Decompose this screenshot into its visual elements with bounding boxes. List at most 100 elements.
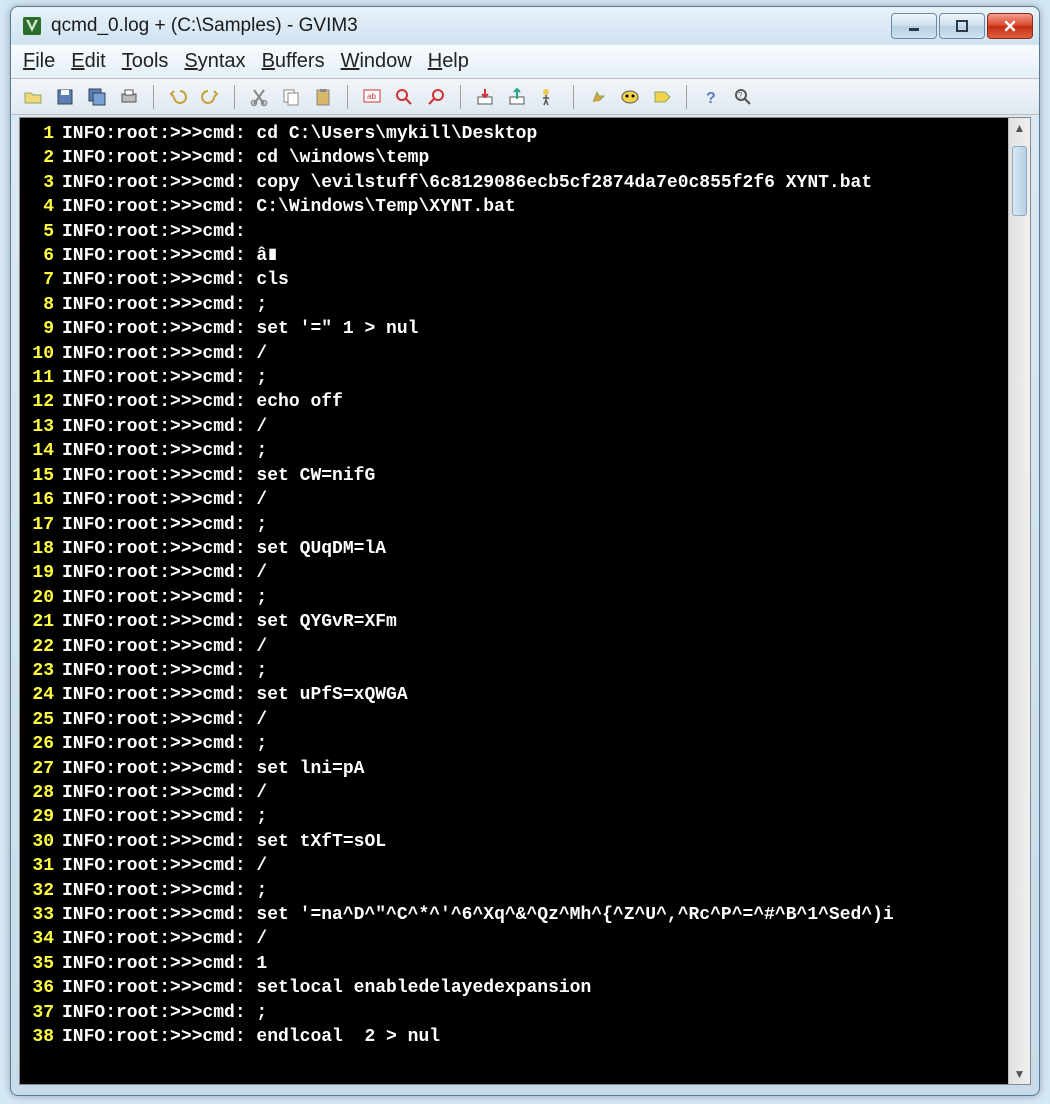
line-content: INFO:root:>>>cmd: /	[62, 854, 267, 878]
line-number: 34	[20, 927, 62, 951]
toolbar-separator	[686, 85, 687, 109]
editor-line: 6INFO:root:>>>cmd: â∎	[20, 244, 1008, 268]
vertical-scrollbar[interactable]: ▲ ▼	[1008, 118, 1030, 1084]
line-number: 10	[20, 342, 62, 366]
maximize-button[interactable]	[939, 13, 985, 39]
paste-icon[interactable]	[311, 85, 335, 109]
editor-line: 10INFO:root:>>>cmd: /	[20, 342, 1008, 366]
line-content: INFO:root:>>>cmd: ;	[62, 879, 267, 903]
menu-tools[interactable]: Tools	[122, 50, 169, 73]
cut-icon[interactable]	[247, 85, 271, 109]
editor-line: 27INFO:root:>>>cmd: set lni=pA	[20, 757, 1008, 781]
run-script-icon[interactable]	[537, 85, 561, 109]
open-icon[interactable]	[21, 85, 45, 109]
line-number: 38	[20, 1025, 62, 1049]
line-number: 20	[20, 586, 62, 610]
line-content: INFO:root:>>>cmd: ;	[62, 805, 267, 829]
find-help-icon[interactable]: ?	[731, 85, 755, 109]
line-content: INFO:root:>>>cmd: cls	[62, 268, 289, 292]
app-icon	[21, 15, 43, 37]
line-number: 19	[20, 561, 62, 585]
toolbar-separator	[573, 85, 574, 109]
line-number: 3	[20, 171, 62, 195]
line-number: 35	[20, 952, 62, 976]
line-number: 13	[20, 415, 62, 439]
line-number: 9	[20, 317, 62, 341]
undo-icon[interactable]	[166, 85, 190, 109]
editor-line: 15INFO:root:>>>cmd: set CW=nifG	[20, 464, 1008, 488]
make-icon[interactable]	[586, 85, 610, 109]
minimize-button[interactable]	[891, 13, 937, 39]
scroll-up-button[interactable]: ▲	[1009, 118, 1030, 138]
window-title: qcmd_0.log + (C:\Samples) - GVIM3	[51, 15, 889, 37]
line-number: 26	[20, 732, 62, 756]
line-number: 37	[20, 1001, 62, 1025]
editor-line: 8INFO:root:>>>cmd: ;	[20, 293, 1008, 317]
line-number: 22	[20, 635, 62, 659]
line-content: INFO:root:>>>cmd: /	[62, 781, 267, 805]
copy-icon[interactable]	[279, 85, 303, 109]
line-content: INFO:root:>>>cmd: ;	[62, 1001, 267, 1025]
help-icon[interactable]: ?	[699, 85, 723, 109]
menu-window[interactable]: Window	[341, 50, 412, 73]
toolbar-separator	[460, 85, 461, 109]
editor-line: 38INFO:root:>>>cmd: endlcoal 2 > nul	[20, 1025, 1008, 1049]
editor-line: 4INFO:root:>>>cmd: C:\Windows\Temp\XYNT.…	[20, 195, 1008, 219]
save-all-icon[interactable]	[85, 85, 109, 109]
line-content: INFO:root:>>>cmd: â∎	[62, 244, 278, 268]
editor-line: 33INFO:root:>>>cmd: set '=na^D^"^C^*^'^6…	[20, 903, 1008, 927]
editor-line: 26INFO:root:>>>cmd: ;	[20, 732, 1008, 756]
titlebar[interactable]: qcmd_0.log + (C:\Samples) - GVIM3	[11, 7, 1039, 45]
close-button[interactable]	[987, 13, 1033, 39]
editor-line: 23INFO:root:>>>cmd: ;	[20, 659, 1008, 683]
toolbar-separator	[234, 85, 235, 109]
line-number: 29	[20, 805, 62, 829]
save-session-icon[interactable]	[505, 85, 529, 109]
line-number: 12	[20, 390, 62, 414]
line-content: INFO:root:>>>cmd: ;	[62, 586, 267, 610]
line-number: 1	[20, 122, 62, 146]
line-number: 30	[20, 830, 62, 854]
line-content: INFO:root:>>>cmd: /	[62, 927, 267, 951]
editor-line: 37INFO:root:>>>cmd: ;	[20, 1001, 1008, 1025]
editor-line: 21INFO:root:>>>cmd: set QYGvR=XFm	[20, 610, 1008, 634]
load-session-icon[interactable]	[473, 85, 497, 109]
editor-line: 34INFO:root:>>>cmd: /	[20, 927, 1008, 951]
line-content: INFO:root:>>>cmd: ;	[62, 732, 267, 756]
save-icon[interactable]	[53, 85, 77, 109]
find-replace-icon[interactable]: ab	[360, 85, 384, 109]
line-number: 15	[20, 464, 62, 488]
editor-line: 17INFO:root:>>>cmd: ;	[20, 513, 1008, 537]
line-number: 36	[20, 976, 62, 1000]
scroll-thumb[interactable]	[1012, 146, 1027, 216]
line-number: 25	[20, 708, 62, 732]
menu-buffers[interactable]: Buffers	[262, 50, 325, 73]
line-content: INFO:root:>>>cmd: ;	[62, 366, 267, 390]
find-next-icon[interactable]	[392, 85, 416, 109]
editor-line: 32INFO:root:>>>cmd: ;	[20, 879, 1008, 903]
menu-file[interactable]: File	[23, 50, 55, 73]
editor[interactable]: 1INFO:root:>>>cmd: cd C:\Users\mykill\De…	[20, 118, 1008, 1084]
menu-edit[interactable]: Edit	[71, 50, 105, 73]
tag-jump-icon[interactable]	[650, 85, 674, 109]
line-number: 18	[20, 537, 62, 561]
editor-line: 30INFO:root:>>>cmd: set tXfT=sOL	[20, 830, 1008, 854]
line-number: 16	[20, 488, 62, 512]
print-icon[interactable]	[117, 85, 141, 109]
line-number: 5	[20, 220, 62, 244]
find-prev-icon[interactable]	[424, 85, 448, 109]
line-content: INFO:root:>>>cmd: /	[62, 488, 267, 512]
redo-icon[interactable]	[198, 85, 222, 109]
line-content: INFO:root:>>>cmd: cd C:\Users\mykill\Des…	[62, 122, 537, 146]
menu-syntax[interactable]: Syntax	[184, 50, 245, 73]
editor-line: 20INFO:root:>>>cmd: ;	[20, 586, 1008, 610]
editor-line: 22INFO:root:>>>cmd: /	[20, 635, 1008, 659]
editor-line: 24INFO:root:>>>cmd: set uPfS=xQWGA	[20, 683, 1008, 707]
line-number: 8	[20, 293, 62, 317]
editor-line: 11INFO:root:>>>cmd: ;	[20, 366, 1008, 390]
line-number: 33	[20, 903, 62, 927]
scroll-down-button[interactable]: ▼	[1009, 1064, 1030, 1084]
line-number: 2	[20, 146, 62, 170]
menu-help[interactable]: Help	[428, 50, 469, 73]
shell-icon[interactable]	[618, 85, 642, 109]
